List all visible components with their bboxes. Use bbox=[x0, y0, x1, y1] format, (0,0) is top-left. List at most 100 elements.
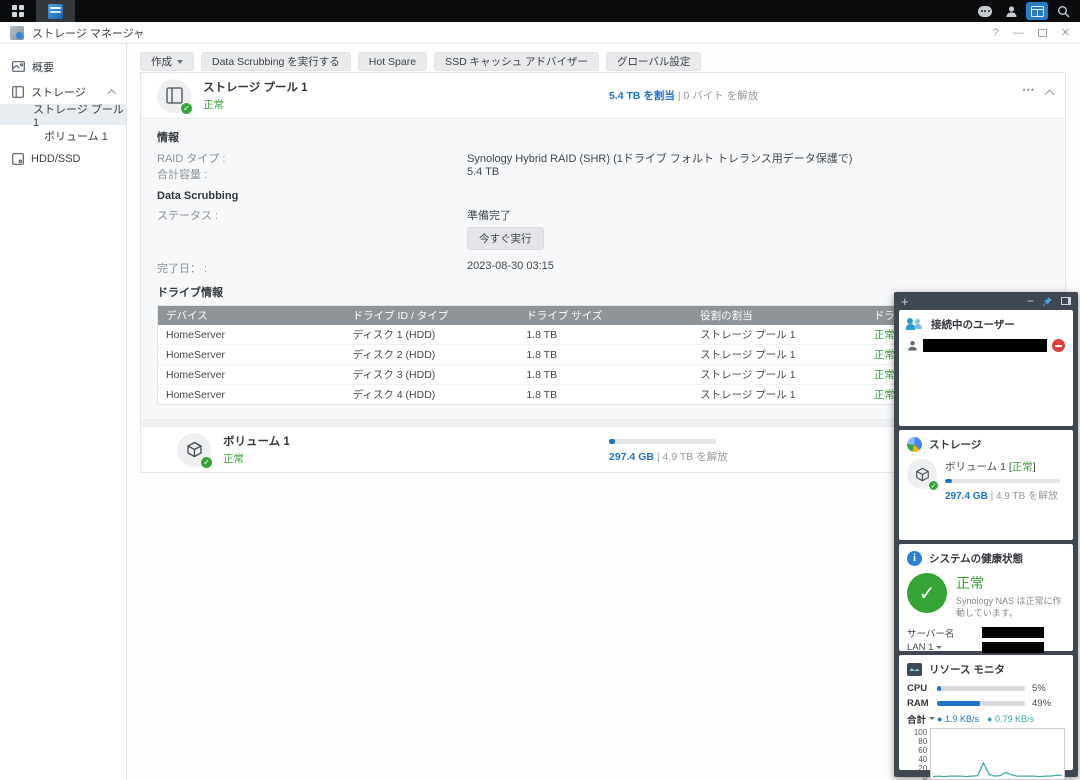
connected-user-row bbox=[907, 339, 1065, 352]
create-button[interactable]: 作成 bbox=[140, 52, 194, 71]
storage-pool-header: ✓ ストレージ プール 1 正常 5.4 TB を割当 | 0 バイト を解放 … bbox=[141, 73, 1065, 118]
hot-spare-button[interactable]: Hot Spare bbox=[358, 52, 427, 71]
storage-pool-icon: ✓ bbox=[157, 79, 191, 113]
redacted-server-name bbox=[982, 627, 1044, 638]
col-drive-id[interactable]: ドライブ ID / タイプ bbox=[345, 306, 519, 326]
completed-date-label: 完了日： : bbox=[157, 260, 467, 276]
ssd-cache-advisor-button[interactable]: SSD キャッシュ アドバイザー bbox=[434, 52, 599, 71]
widget-title: ストレージ bbox=[929, 437, 981, 452]
widgets-icon bbox=[1031, 6, 1044, 17]
widget-title: 接続中のユーザー bbox=[931, 317, 1015, 332]
completed-date-value: 2023-08-30 03:15 bbox=[467, 260, 554, 272]
search-button[interactable] bbox=[1052, 2, 1074, 20]
cpu-bar-fill bbox=[937, 686, 941, 691]
user-icon bbox=[1005, 5, 1018, 18]
add-widget-button[interactable]: + bbox=[901, 294, 909, 309]
hdd-icon bbox=[12, 153, 24, 165]
lan-label[interactable]: LAN 1 bbox=[907, 642, 969, 653]
lan-row: LAN 1 bbox=[907, 640, 1065, 655]
sidebar-item-label: 概要 bbox=[32, 59, 54, 75]
volume-status: 正常 bbox=[223, 451, 290, 466]
raid-type-label: RAID タイプ : bbox=[157, 150, 467, 166]
run-now-button[interactable]: 今すぐ実行 bbox=[467, 227, 544, 250]
network-chart-yaxis: 100 80 60 40 20 0 bbox=[907, 728, 930, 780]
widget-volume-usage-fill bbox=[945, 479, 952, 483]
resource-monitor-widget: リソース モニタ CPU 5% RAM 49% 合計 ● 1.9 KB/s ● bbox=[899, 655, 1073, 770]
download-dot-icon: ● bbox=[987, 714, 992, 724]
widget-title: システムの健康状態 bbox=[929, 551, 1023, 566]
global-settings-button[interactable]: グローバル設定 bbox=[606, 52, 701, 71]
cpu-row: CPU 5% bbox=[907, 681, 1065, 696]
connected-users-widget: 接続中のユーザー bbox=[899, 310, 1073, 426]
minimize-button[interactable]: — bbox=[1013, 27, 1024, 39]
widget-volume-entry[interactable]: ✓ ボリューム 1 [正常] 297.4 GB | 4.9 TB を解放 bbox=[907, 459, 1065, 502]
pool-usage-text: 5.4 TB を割当 | 0 バイト を解放 bbox=[609, 88, 758, 103]
healthy-badge-icon: ✓ bbox=[928, 480, 939, 491]
ram-label: RAM bbox=[907, 698, 937, 709]
info-icon: i bbox=[907, 551, 922, 566]
network-total-row: 合計 ● 1.9 KB/s ● 0.79 KB/s bbox=[907, 711, 1065, 726]
download-value: ● 0.79 KB/s bbox=[987, 714, 1034, 724]
widget-panel-header: + − bbox=[894, 292, 1078, 310]
healthy-badge-icon: ✓ bbox=[180, 102, 193, 115]
main-menu-button[interactable] bbox=[0, 0, 36, 22]
volume-usage: 297.4 GB | 4.9 TB を解放 bbox=[609, 439, 789, 464]
col-drive-size[interactable]: ドライブ サイズ bbox=[518, 306, 692, 326]
help-button[interactable]: ? bbox=[993, 27, 999, 39]
sidebar-item-volume-1[interactable]: ボリューム 1 bbox=[0, 125, 126, 146]
close-button[interactable]: ✕ bbox=[1061, 26, 1070, 39]
system-health-widget: i システムの健康状態 ✓ 正常 Synology NAS は正常に作動していま… bbox=[899, 544, 1073, 651]
widgets-button[interactable] bbox=[1026, 2, 1048, 20]
scrub-status-label: ステータス : bbox=[157, 207, 467, 223]
dock-panel-icon[interactable] bbox=[1061, 297, 1071, 305]
main-menu-icon bbox=[12, 5, 24, 17]
widget-title: リソース モニタ bbox=[929, 662, 1005, 677]
health-check-icon: ✓ bbox=[907, 573, 947, 613]
maximize-button[interactable] bbox=[1038, 29, 1047, 37]
storage-manager-app-icon bbox=[48, 4, 63, 19]
raid-type-value: Synology Hybrid RAID (SHR) (1ドライブ フォルト ト… bbox=[467, 150, 852, 166]
widget-volume-usage-text: 297.4 GB | 4.9 TB を解放 bbox=[945, 487, 1060, 502]
search-icon bbox=[1057, 5, 1070, 18]
pool-collapse-icon[interactable] bbox=[1045, 90, 1055, 100]
data-scrubbing-heading: Data Scrubbing bbox=[157, 190, 1049, 202]
taskbar-storage-manager-app[interactable] bbox=[36, 0, 75, 22]
redacted-lan-address bbox=[982, 642, 1044, 653]
col-device[interactable]: デバイス bbox=[158, 306, 345, 326]
ram-value: 49% bbox=[1032, 698, 1051, 709]
sidebar-item-label: ストレージ bbox=[31, 84, 86, 100]
chevron-up-icon[interactable] bbox=[107, 89, 115, 97]
server-name-row: サーバー名 bbox=[907, 625, 1065, 640]
server-name-label: サーバー名 bbox=[907, 626, 969, 640]
upload-dot-icon: ● bbox=[937, 714, 942, 724]
sidebar: 概要 ストレージ ストレージ プール 1 ボリューム 1 HDD/SSD bbox=[0, 44, 127, 780]
sidebar-item-hdd-ssd[interactable]: HDD/SSD bbox=[0, 146, 126, 171]
notifications-button[interactable] bbox=[974, 2, 996, 20]
pool-menu-button[interactable]: ••• bbox=[1023, 85, 1035, 95]
volume-title: ボリューム 1 bbox=[223, 433, 290, 449]
ram-row: RAM 49% bbox=[907, 696, 1065, 711]
window-title: ストレージ マネージャ bbox=[32, 25, 144, 41]
network-chart-line bbox=[933, 763, 1062, 777]
taskbar bbox=[0, 0, 1080, 22]
volume-usage-bar bbox=[609, 439, 716, 444]
sidebar-item-overview[interactable]: 概要 bbox=[0, 54, 126, 79]
pool-title: ストレージ プール 1 bbox=[203, 79, 308, 95]
run-data-scrubbing-button[interactable]: Data Scrubbing を実行する bbox=[201, 52, 351, 71]
collapse-widgets-button[interactable]: − bbox=[1027, 297, 1034, 305]
storage-icon bbox=[12, 86, 24, 98]
total-label[interactable]: 合計 bbox=[907, 712, 937, 726]
widget-panel: + − 接続中のユーザー bbox=[894, 292, 1078, 777]
storage-manager-window-icon bbox=[10, 26, 24, 40]
user-menu-button[interactable] bbox=[1000, 2, 1022, 20]
upload-value: ● 1.9 KB/s bbox=[937, 714, 979, 724]
sidebar-item-storage-pool-1[interactable]: ストレージ プール 1 bbox=[0, 104, 126, 125]
users-icon bbox=[907, 318, 924, 331]
sidebar-item-label: ボリューム 1 bbox=[44, 128, 108, 144]
widget-volume-name: ボリューム 1 [正常] bbox=[945, 459, 1060, 474]
col-role[interactable]: 役割の割当 bbox=[692, 306, 866, 326]
volume-usage-fill bbox=[609, 439, 615, 444]
disconnect-user-button[interactable] bbox=[1052, 339, 1065, 352]
pin-icon[interactable] bbox=[1042, 296, 1053, 307]
notifications-icon bbox=[978, 6, 992, 17]
